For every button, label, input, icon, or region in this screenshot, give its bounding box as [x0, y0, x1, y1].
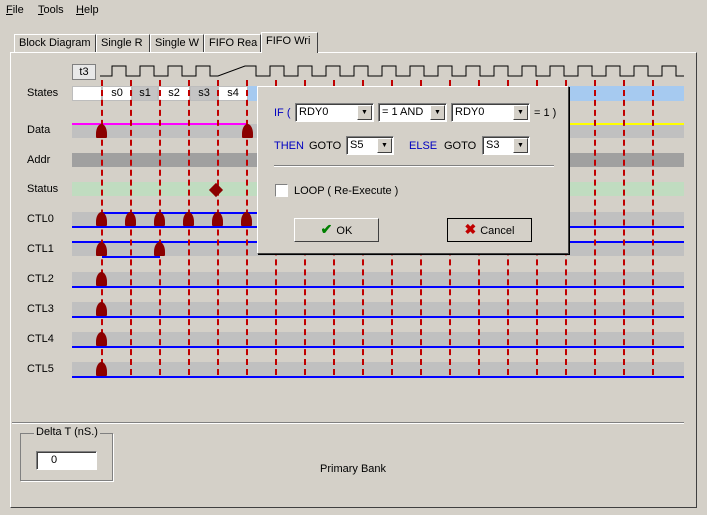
menu-file[interactable]: File: [6, 4, 24, 16]
dialog-divider: [274, 165, 554, 166]
tab-single-r[interactable]: Single R: [96, 34, 150, 53]
ctl0-marker[interactable]: [183, 212, 194, 226]
then-label: THEN: [274, 140, 304, 152]
dropdown-arrow-icon[interactable]: ▼: [430, 105, 445, 120]
else-goto-label: GOTO: [444, 140, 477, 152]
ok-label: OK: [336, 225, 353, 237]
ctl4-line: [72, 346, 684, 348]
row-label-states: States: [27, 87, 59, 99]
menu-help[interactable]: Help: [76, 4, 99, 16]
data-marker[interactable]: [242, 124, 253, 138]
grid-line: [623, 80, 625, 375]
ctl4-track[interactable]: [72, 332, 684, 346]
then-state-select[interactable]: S5 ▼: [346, 136, 394, 155]
grid-line: [652, 80, 654, 375]
condition-dialog: IF ( RDY0 ▼ = 1 AND ▼ RDY0 ▼ = 1 ) THEN …: [257, 86, 569, 254]
tab-fifo-read[interactable]: FIFO Rea: [204, 34, 261, 53]
row-label-data: Data: [27, 124, 51, 136]
checkmark-icon: ✔: [320, 221, 333, 237]
ctl1-marker[interactable]: [154, 242, 165, 256]
clock-waveform: [100, 65, 684, 77]
row-label-addr: Addr: [27, 154, 51, 166]
tab-block-diagram[interactable]: Block Diagram: [14, 34, 96, 53]
state-cell-s3[interactable]: s3: [190, 86, 218, 101]
row-label-ctl0: CTL0: [27, 213, 54, 225]
row-label-ctl3: CTL3: [27, 303, 54, 315]
ctl2-marker[interactable]: [96, 272, 107, 286]
ctl0-marker[interactable]: [241, 212, 252, 226]
state-cell-s4[interactable]: s4: [218, 86, 248, 101]
menu-tools[interactable]: Tools: [38, 4, 64, 16]
then-goto-label: GOTO: [309, 140, 342, 152]
ctl0-marker[interactable]: [154, 212, 165, 226]
ctl1-low-segment: [102, 256, 160, 258]
ctl0-marker[interactable]: [125, 212, 136, 226]
ctl2-track[interactable]: [72, 272, 684, 286]
ctl3-marker[interactable]: [96, 302, 107, 316]
else-state-select[interactable]: S3 ▼: [482, 136, 530, 155]
current-state-indicator: t3: [72, 64, 96, 80]
row-label-ctl2: CTL2: [27, 273, 54, 285]
if-label: IF (: [274, 107, 291, 119]
if-suffix: = 1 ): [534, 107, 557, 119]
grid-line: [159, 80, 161, 375]
dropdown-arrow-icon[interactable]: ▼: [513, 105, 528, 120]
state-cell-s2[interactable]: s2: [158, 86, 190, 101]
delta-t-input[interactable]: 0: [36, 451, 97, 470]
data-marker[interactable]: [96, 124, 107, 138]
tab-single-w[interactable]: Single W: [150, 34, 204, 53]
cancel-button[interactable]: ✖ Cancel: [447, 218, 532, 242]
else-label: ELSE: [409, 140, 438, 152]
operator-value: = 1 AND: [382, 106, 424, 118]
row-label-ctl1: CTL1: [27, 243, 54, 255]
grid-line: [130, 80, 132, 375]
ok-button[interactable]: ✔ OK: [294, 218, 379, 242]
ctl0-marker[interactable]: [96, 212, 107, 226]
condition1-value: RDY0: [299, 106, 329, 118]
ctl2-line: [72, 286, 684, 288]
tab-strip: Block Diagram Single R Single W FIFO Rea…: [0, 32, 707, 53]
row-label-ctl5: CTL5: [27, 363, 54, 375]
ctl0-marker[interactable]: [212, 212, 223, 226]
grid-line: [188, 80, 190, 375]
operator-select[interactable]: = 1 AND ▼: [378, 103, 447, 122]
delta-t-label: Delta T (nS.): [34, 426, 100, 438]
dropdown-arrow-icon[interactable]: ▼: [357, 105, 372, 120]
bank-label: Primary Bank: [320, 463, 387, 475]
condition2-select[interactable]: RDY0 ▼: [451, 103, 530, 122]
bottom-divider: [12, 422, 684, 423]
tab-fifo-write[interactable]: FIFO Wri: [261, 32, 318, 53]
dropdown-arrow-icon[interactable]: ▼: [513, 138, 528, 153]
grid-line: [217, 80, 219, 375]
state-cell-blank: [72, 86, 102, 101]
ctl4-marker[interactable]: [96, 332, 107, 346]
state-cell-s0[interactable]: s0: [102, 86, 132, 101]
ctl5-line: [72, 376, 684, 378]
ctl5-track[interactable]: [72, 362, 684, 376]
row-label-ctl4: CTL4: [27, 333, 54, 345]
state-cell-s1[interactable]: s1: [132, 86, 158, 101]
cancel-label: Cancel: [480, 225, 515, 237]
x-icon: ✖: [464, 221, 477, 237]
data-line-right: [560, 123, 684, 125]
ctl3-line: [72, 316, 684, 318]
menu-bar: File Tools Help: [0, 0, 707, 22]
row-label-status: Status: [27, 183, 59, 195]
then-state-value: S5: [350, 139, 364, 151]
ctl3-track[interactable]: [72, 302, 684, 316]
loop-checkbox[interactable]: [275, 184, 288, 197]
grid-line: [594, 80, 596, 375]
else-state-value: S3: [486, 139, 500, 151]
ctl1-marker[interactable]: [96, 242, 107, 256]
condition1-select[interactable]: RDY0 ▼: [295, 103, 374, 122]
dropdown-arrow-icon[interactable]: ▼: [377, 138, 392, 153]
condition2-value: RDY0: [455, 106, 485, 118]
loop-label: LOOP ( Re-Execute ): [294, 185, 399, 197]
ctl5-marker[interactable]: [96, 362, 107, 376]
